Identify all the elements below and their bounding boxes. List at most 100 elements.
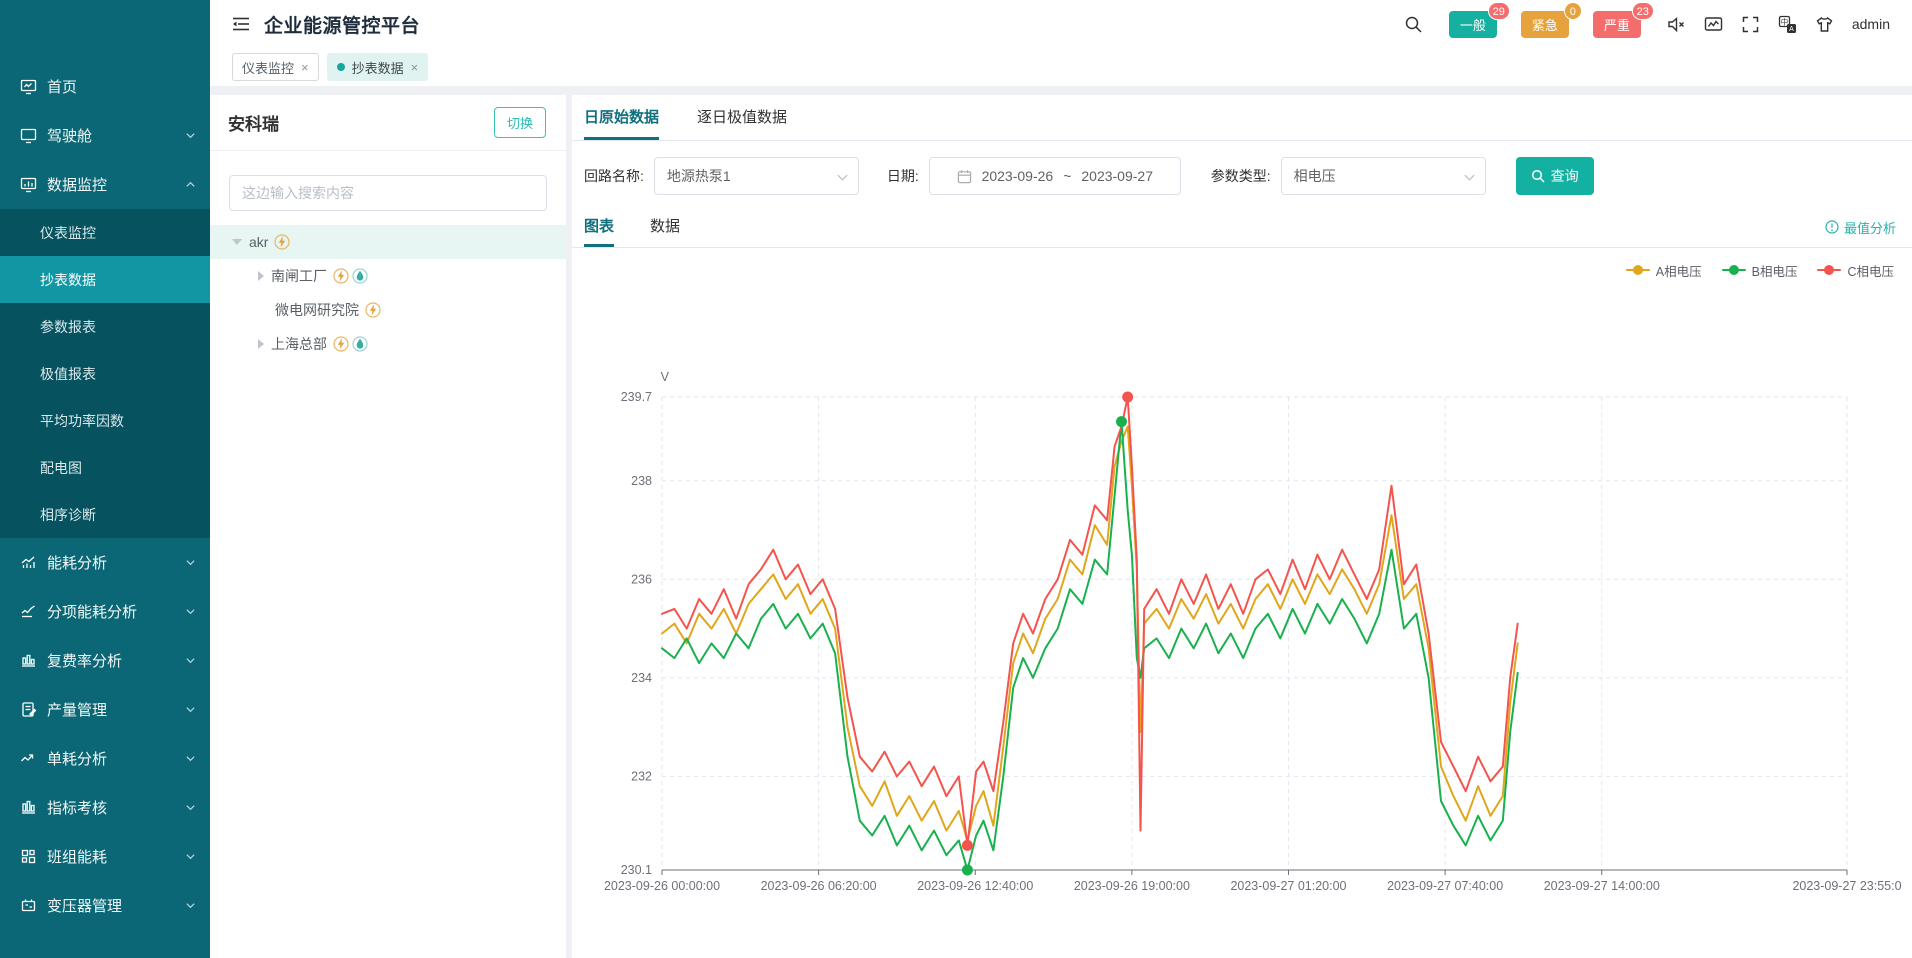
username[interactable]: admin	[1852, 16, 1890, 32]
collapse-menu-icon[interactable]	[232, 16, 250, 32]
date-end-value: 2023-09-27	[1081, 168, 1153, 184]
active-dot	[337, 63, 345, 71]
data-monitor-icon	[20, 176, 37, 193]
tree-search-input[interactable]	[229, 175, 547, 211]
bar-chart-icon	[20, 652, 37, 669]
trend-chart-icon	[20, 554, 37, 571]
chart-data-tabs: 图表 数据 最值分析	[572, 207, 1912, 248]
page-title: 企业能源管控平台	[264, 11, 420, 38]
sidebar-item-label: 指标考核	[47, 797, 185, 818]
legend-label: A相电压	[1656, 261, 1702, 280]
param-type-select[interactable]: 相电压	[1281, 157, 1486, 195]
svg-text:232: 232	[631, 769, 652, 783]
query-button[interactable]: 查询	[1516, 157, 1594, 195]
alarm-urgent-badge[interactable]: 紧急 0	[1521, 11, 1569, 38]
sidebar-item-home[interactable]: 首页	[0, 62, 210, 111]
submenu-item-label: 参数报表	[40, 317, 96, 337]
alarm-label: 一般	[1460, 18, 1486, 33]
circuit-label: 回路名称:	[584, 166, 644, 186]
sidebar-item-unit-consumption[interactable]: 单耗分析	[0, 734, 210, 783]
submenu-item-distribution-diagram[interactable]: 配电图	[0, 444, 210, 491]
sidebar-item-sub-energy-analysis[interactable]: 分项能耗分析	[0, 587, 210, 636]
switch-button[interactable]: 切换	[494, 107, 546, 138]
sidebar-item-team-energy[interactable]: 班组能耗	[0, 832, 210, 881]
sidebar-item-transformer-management[interactable]: 变压器管理	[0, 881, 210, 930]
voltage-line-chart[interactable]: 230.1232234236238239.7V2023-09-26 00:00:…	[572, 297, 1912, 937]
sidebar-item-energy-analysis[interactable]: 能耗分析	[0, 538, 210, 587]
param-type-value: 相电压	[1294, 166, 1336, 186]
caret-right-icon[interactable]	[258, 271, 264, 281]
legend-item-phase-b[interactable]: B相电压	[1722, 261, 1798, 280]
chevron-down-icon	[185, 802, 196, 813]
legend-item-phase-a[interactable]: A相电压	[1626, 261, 1702, 280]
caret-down-icon[interactable]	[232, 239, 242, 245]
chevron-down-icon	[185, 655, 196, 666]
tab-data[interactable]: 数据	[650, 207, 680, 247]
sidebar-item-kpi-assessment[interactable]: 指标考核	[0, 783, 210, 832]
electric-icon	[333, 336, 349, 352]
submenu-item-meter-monitoring[interactable]: 仪表监控	[0, 209, 210, 256]
top-header: 企业能源管控平台 一般 29 紧急 0 严重 23	[210, 0, 1912, 48]
info-icon	[1825, 220, 1839, 234]
notebook-pen-icon	[20, 701, 37, 718]
content-area: 安科瑞 切换 akr 南闸工厂	[210, 86, 1912, 958]
sidebar: 首页 驾驶舱 数据监控 仪表监控 抄表数据 参数报表 极值报表	[0, 0, 210, 958]
legend-item-phase-c[interactable]: C相电压	[1817, 261, 1894, 280]
water-icon	[352, 336, 368, 352]
svg-text:2023-09-26 06:20:00: 2023-09-26 06:20:00	[761, 879, 877, 893]
chevron-up-icon	[185, 179, 196, 190]
sidebar-item-tariff-analysis[interactable]: 复费率分析	[0, 636, 210, 685]
tree-node-shanghai-hq[interactable]: 上海总部	[210, 327, 566, 361]
device-tree: akr 南闸工厂 微电网研究院	[210, 225, 566, 361]
screen-monitor-icon[interactable]	[1704, 15, 1723, 34]
submenu-item-extreme-report[interactable]: 极值报表	[0, 350, 210, 397]
electric-icon	[274, 234, 290, 250]
sidebar-item-label: 复费率分析	[47, 650, 185, 671]
chevron-down-icon	[185, 557, 196, 568]
submenu-item-phase-sequence[interactable]: 相序诊断	[0, 491, 210, 538]
chart-legend: A相电压 B相电压 C相电压	[572, 256, 1912, 284]
mute-icon[interactable]	[1667, 15, 1686, 34]
submenu-item-label: 相序诊断	[40, 505, 96, 525]
legend-marker	[1626, 265, 1650, 275]
tree-node-nanzha-factory[interactable]: 南闸工厂	[210, 259, 566, 293]
tag-meter-monitoring[interactable]: 仪表监控 ×	[232, 53, 319, 81]
submenu-item-parameter-report[interactable]: 参数报表	[0, 303, 210, 350]
submenu-item-meter-reading-data[interactable]: 抄表数据	[0, 256, 210, 303]
close-icon[interactable]: ×	[411, 61, 419, 74]
fullscreen-icon[interactable]	[1741, 15, 1760, 34]
alarm-count-badge: 0	[1564, 2, 1582, 20]
tab-daily-raw-data[interactable]: 日原始数据	[584, 95, 659, 140]
main-panel: 日原始数据 逐日极值数据 回路名称: 地源热泵1 日期: 2023-09-26 …	[572, 95, 1912, 958]
svg-text:2023-09-27 14:00:00: 2023-09-27 14:00:00	[1544, 879, 1660, 893]
sidebar-nav: 首页 驾驶舱 数据监控 仪表监控 抄表数据 参数报表 极值报表	[0, 0, 210, 930]
tab-daily-extreme-data[interactable]: 逐日极值数据	[697, 95, 787, 140]
tree-node-microgrid-institute[interactable]: 微电网研究院	[210, 293, 566, 327]
chevron-down-icon	[185, 130, 196, 141]
alarm-general-badge[interactable]: 一般 29	[1449, 11, 1497, 38]
sidebar-item-label: 单耗分析	[47, 748, 185, 769]
sidebar-item-label: 驾驶舱	[47, 125, 185, 146]
svg-text:2023-09-26 00:00:00: 2023-09-26 00:00:00	[604, 879, 720, 893]
circuit-select[interactable]: 地源热泵1	[654, 157, 859, 195]
tag-meter-reading-data[interactable]: 抄表数据 ×	[327, 53, 429, 81]
sidebar-item-data-monitoring[interactable]: 数据监控	[0, 160, 210, 209]
chevron-down-icon	[185, 900, 196, 911]
sidebar-item-production-management[interactable]: 产量管理	[0, 685, 210, 734]
home-monitor-icon	[20, 78, 37, 95]
close-icon[interactable]: ×	[301, 61, 309, 74]
cockpit-monitor-icon	[20, 127, 37, 144]
theme-shirt-icon[interactable]	[1815, 15, 1834, 34]
language-translate-icon[interactable]: 中A	[1778, 15, 1797, 34]
submenu-item-avg-power-factor[interactable]: 平均功率因数	[0, 397, 210, 444]
caret-right-icon[interactable]	[258, 339, 264, 349]
alarm-severe-badge[interactable]: 严重 23	[1593, 11, 1641, 38]
date-range-picker[interactable]: 2023-09-26 ~ 2023-09-27	[929, 157, 1181, 195]
tab-chart[interactable]: 图表	[584, 207, 614, 247]
svg-text:230.1: 230.1	[621, 863, 652, 877]
sidebar-item-cockpit[interactable]: 驾驶舱	[0, 111, 210, 160]
tree-node-akr[interactable]: akr	[210, 225, 566, 259]
search-icon[interactable]	[1404, 15, 1423, 34]
tag-label: 仪表监控	[242, 58, 294, 77]
extreme-analysis-link[interactable]: 最值分析	[1825, 207, 1896, 247]
